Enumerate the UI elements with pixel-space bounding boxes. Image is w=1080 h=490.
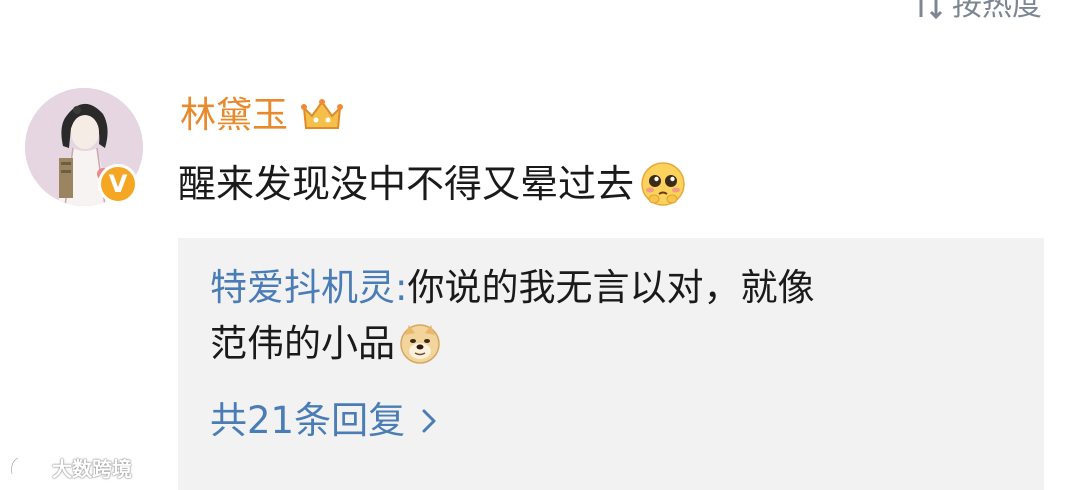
reply-colon: : bbox=[395, 266, 408, 309]
crown-icon bbox=[300, 98, 344, 134]
sort-by-hot-button[interactable]: 按热度 bbox=[912, 0, 1042, 26]
reply-text-line1: 你说的我无言以对，就像 bbox=[407, 266, 815, 309]
comment-username[interactable]: 林黛玉 bbox=[180, 92, 288, 140]
comment-text: 醒来发现没中不得又晕过去 bbox=[178, 162, 635, 206]
verified-icon: V bbox=[108, 170, 128, 198]
comment-header: 林黛玉 bbox=[180, 92, 344, 140]
sort-label: 按热度 bbox=[952, 0, 1042, 23]
reply-line-2: 范伟的小品 bbox=[210, 316, 1012, 372]
more-replies-label: 共21条回复 bbox=[210, 399, 406, 442]
watermark: 大数跨境 bbox=[8, 452, 132, 482]
watermark-text: 大数跨境 bbox=[52, 456, 132, 481]
sort-icon bbox=[912, 0, 946, 21]
watermark-logo-icon bbox=[8, 452, 48, 482]
reply-username[interactable]: 特爱抖机灵 bbox=[210, 260, 395, 316]
reply-text-line2: 范伟的小品 bbox=[210, 322, 395, 365]
pleading-face-emoji-icon bbox=[640, 161, 686, 207]
view-more-replies-link[interactable]: 共21条回复 bbox=[210, 396, 1012, 446]
chevron-right-icon bbox=[421, 408, 437, 434]
verified-badge: V bbox=[98, 164, 138, 204]
comment-body: 醒来发现没中不得又晕过去 bbox=[178, 156, 686, 212]
reply-box: 特爱抖机灵: 你说的我无言以对，就像 范伟的小品 共21条回复 bbox=[178, 238, 1044, 490]
reply-line-1: 特爱抖机灵: 你说的我无言以对，就像 bbox=[210, 260, 1012, 316]
doge-emoji-icon bbox=[399, 323, 441, 365]
